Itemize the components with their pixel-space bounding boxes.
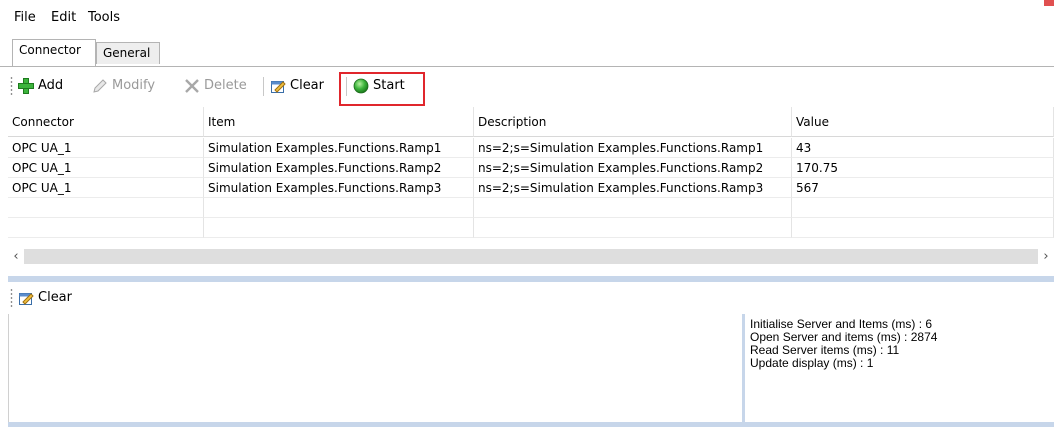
add-button[interactable]: Add bbox=[18, 75, 63, 97]
cell-connector[interactable] bbox=[8, 198, 204, 218]
log-output[interactable] bbox=[8, 314, 745, 422]
modify-label: Modify bbox=[112, 78, 156, 93]
tab-strip: Connector General bbox=[0, 36, 1054, 66]
cell-value[interactable]: 43 bbox=[792, 138, 1054, 158]
menu-bar: File Edit Tools bbox=[0, 0, 1054, 36]
add-label: Add bbox=[38, 78, 64, 93]
bottom-border bbox=[8, 422, 1054, 427]
scroll-thumb[interactable] bbox=[24, 249, 1038, 264]
toolbar-separator bbox=[263, 77, 264, 96]
plus-icon bbox=[18, 78, 34, 94]
modify-button[interactable]: Modify bbox=[92, 75, 155, 97]
delete-x-icon bbox=[184, 78, 200, 94]
cell-description[interactable]: ns=2;s=Simulation Examples.Functions.Ram… bbox=[474, 138, 792, 158]
stat-update: Update display (ms) : 1 bbox=[750, 356, 874, 370]
pencil-icon bbox=[92, 78, 108, 94]
delete-button[interactable]: Delete bbox=[184, 75, 247, 97]
cell-item[interactable] bbox=[204, 198, 474, 218]
log-clear-button[interactable]: Clear bbox=[18, 287, 72, 309]
cell-connector[interactable]: OPC UA_1 bbox=[8, 138, 204, 158]
cell-value[interactable]: 170.75 bbox=[792, 158, 1054, 178]
clear-button[interactable]: Clear bbox=[270, 75, 324, 97]
timing-stats-panel: Initialise Server and Items (ms) : 6 Ope… bbox=[742, 314, 1054, 422]
menu-file[interactable]: File bbox=[12, 9, 38, 27]
log-toolbar-grip[interactable] bbox=[10, 288, 13, 308]
cell-connector[interactable]: OPC UA_1 bbox=[8, 158, 204, 178]
cell-item[interactable]: Simulation Examples.Functions.Ramp1 bbox=[204, 138, 474, 158]
scroll-right-icon[interactable]: › bbox=[1038, 247, 1054, 266]
menu-edit[interactable]: Edit bbox=[49, 9, 78, 27]
connector-grid: Connector Item Description Value OPC UA_… bbox=[8, 107, 1054, 247]
cell-value[interactable] bbox=[792, 198, 1054, 218]
cell-description[interactable] bbox=[474, 218, 792, 238]
log-clear-label: Clear bbox=[38, 290, 72, 305]
menu-tools[interactable]: Tools bbox=[86, 9, 122, 27]
cell-description[interactable]: ns=2;s=Simulation Examples.Functions.Ram… bbox=[474, 158, 792, 178]
cell-item[interactable]: Simulation Examples.Functions.Ramp3 bbox=[204, 178, 474, 198]
horizontal-scrollbar[interactable]: ‹ › bbox=[8, 247, 1054, 266]
cell-value[interactable]: 567 bbox=[792, 178, 1054, 198]
cell-value[interactable] bbox=[792, 218, 1054, 238]
column-header-description[interactable]: Description bbox=[474, 107, 792, 137]
log-toolbar: Clear bbox=[8, 282, 1054, 314]
cell-description[interactable]: ns=2;s=Simulation Examples.Functions.Ram… bbox=[474, 178, 792, 198]
window-corner-accent bbox=[1044, 0, 1054, 6]
cell-item[interactable] bbox=[204, 218, 474, 238]
start-highlight-box bbox=[339, 72, 425, 106]
scroll-left-icon[interactable]: ‹ bbox=[8, 247, 24, 266]
cell-connector[interactable]: OPC UA_1 bbox=[8, 178, 204, 198]
cell-description[interactable] bbox=[474, 198, 792, 218]
column-header-value[interactable]: Value bbox=[792, 107, 1054, 137]
delete-label: Delete bbox=[204, 78, 247, 93]
clear-form-icon bbox=[270, 78, 286, 94]
column-header-connector[interactable]: Connector bbox=[8, 107, 204, 137]
tab-general[interactable]: General bbox=[96, 42, 160, 64]
toolbar-grip[interactable] bbox=[10, 76, 13, 96]
tab-connector[interactable]: Connector bbox=[12, 39, 96, 66]
cell-item[interactable]: Simulation Examples.Functions.Ramp2 bbox=[204, 158, 474, 178]
clear-label: Clear bbox=[290, 78, 324, 93]
column-header-item[interactable]: Item bbox=[204, 107, 474, 137]
cell-connector[interactable] bbox=[8, 218, 204, 238]
main-toolbar: Add Modify Delete Clear Start bbox=[8, 67, 1054, 105]
clear-form-icon bbox=[18, 290, 34, 306]
